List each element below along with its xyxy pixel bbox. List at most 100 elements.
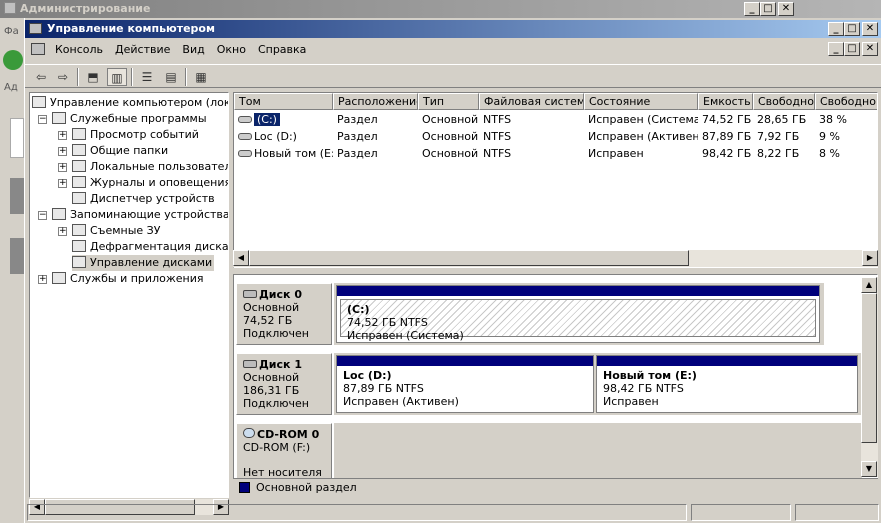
table-row[interactable]: Новый том (E:) [234, 145, 333, 162]
menu-console[interactable]: Консоль [49, 40, 109, 59]
table-cell: 38 % [819, 113, 847, 126]
table-cell: 28,65 ГБ [757, 113, 807, 126]
disk-1-label[interactable]: Диск 1 Основной 186,31 ГБ Подключен [236, 353, 332, 415]
tree-item-services-apps[interactable]: Службы и приложения [52, 271, 203, 287]
bg-maximize-button[interactable]: □ [760, 2, 776, 16]
back-icon[interactable]: ⇦ [31, 68, 51, 86]
partition-d-size: 87,89 ГБ NTFS [343, 382, 424, 395]
tree-item-performance-logs[interactable]: Журналы и оповещения пр [72, 175, 228, 191]
column-header-type[interactable]: Тип [418, 93, 479, 110]
menu-window[interactable]: Окно [211, 40, 252, 59]
tree-item-shared-folders[interactable]: Общие папки [72, 143, 168, 159]
bg-back-icon[interactable] [3, 50, 23, 70]
disk-graphical-view: Диск 0 Основной 74,52 ГБ Подключен (C:) … [233, 274, 878, 496]
expand-icon[interactable]: + [58, 227, 67, 236]
status-bar [25, 502, 881, 522]
console-icon[interactable] [31, 43, 45, 55]
tree-item-disk-management[interactable]: Управление дисками [72, 255, 215, 271]
disk-1-status: Подключен [243, 397, 309, 410]
table-cell: 98,42 ГБ [702, 147, 752, 160]
status-pane [691, 504, 791, 521]
partition-c-size: 74,52 ГБ NTFS [347, 316, 428, 329]
help-icon[interactable]: ▤ [161, 68, 181, 86]
tree-item-local-users[interactable]: Локальные пользователи [72, 159, 228, 175]
bg-document-icon [10, 118, 24, 158]
scroll-thumb[interactable] [861, 293, 877, 443]
mdi-restore-button[interactable]: □ [844, 42, 860, 56]
tree-item-event-viewer[interactable]: Просмотр событий [72, 127, 199, 143]
column-header-status[interactable]: Состояние [584, 93, 698, 110]
menu-view[interactable]: Вид [176, 40, 210, 59]
maximize-button[interactable]: □ [844, 22, 860, 36]
users-icon [72, 160, 86, 172]
expand-icon[interactable]: + [58, 147, 67, 156]
column-header-volume[interactable]: Том [234, 93, 333, 110]
scroll-thumb[interactable] [249, 250, 689, 266]
tree-item-device-manager[interactable]: Диспетчер устройств [72, 191, 215, 207]
tree-item-removable-storage[interactable]: Съемные ЗУ [72, 223, 160, 239]
column-header-capacity[interactable]: Емкость [698, 93, 753, 110]
forward-icon[interactable]: ⇨ [53, 68, 73, 86]
column-header-free-percent[interactable]: Свободно % [815, 93, 877, 110]
scroll-up-icon[interactable]: ▲ [861, 277, 877, 293]
collapse-icon[interactable]: − [38, 211, 47, 220]
menu-help[interactable]: Справка [252, 40, 312, 59]
table-row[interactable]: Loc (D:) [234, 128, 333, 145]
cdrom-0-name: CD-ROM 0 [257, 428, 320, 441]
scroll-right-icon[interactable]: ▶ [862, 250, 878, 266]
column-header-layout[interactable]: Расположение [333, 93, 418, 110]
admin-icon [4, 2, 16, 14]
tree-item-storage[interactable]: Запоминающие устройства [52, 207, 228, 223]
tools-icon [52, 112, 66, 124]
list-horizontal-scrollbar[interactable]: ◀ ▶ [233, 250, 878, 267]
menu-bar: Консоль Действие Вид Окно Справка _ □ ✕ [25, 40, 881, 60]
tree-item-system-tools[interactable]: Служебные программы [52, 111, 207, 127]
tree-item-defragmenter[interactable]: Дефрагментация диска [72, 239, 228, 255]
table-cell: 7,92 ГБ [757, 130, 800, 143]
status-pane [795, 504, 879, 521]
partition-d-state: Исправен (Активен) [343, 395, 459, 408]
scroll-down-icon[interactable]: ▼ [861, 461, 877, 477]
minimize-button[interactable]: _ [828, 22, 844, 36]
partition-d[interactable]: Loc (D:) 87,89 ГБ NTFS Исправен (Активен… [336, 355, 594, 413]
partition-e[interactable]: Новый том (E:) 98,42 ГБ NTFS Исправен [596, 355, 858, 413]
table-cell: Исправен (Система) [588, 113, 698, 126]
disk-0-partitions: (C:) 74,52 ГБ NTFS Исправен (Система) [334, 283, 824, 345]
expand-icon[interactable]: + [58, 179, 67, 188]
expand-icon[interactable]: + [58, 131, 67, 140]
storage-icon [52, 208, 66, 220]
bg-shortcut-icon[interactable] [10, 238, 24, 274]
primary-partition-swatch [239, 482, 250, 493]
scroll-left-icon[interactable]: ◀ [233, 250, 249, 266]
bg-shortcut-icon[interactable] [10, 178, 24, 214]
show-hide-tree-icon[interactable]: ▥ [107, 68, 127, 86]
disk-0-type: Основной [243, 301, 300, 314]
properties-icon[interactable]: ☰ [137, 68, 157, 86]
cdrom-0-type: CD-ROM (F:) [243, 441, 311, 454]
disk-0-label[interactable]: Диск 0 Основной 74,52 ГБ Подключен [236, 283, 332, 345]
menu-action[interactable]: Действие [109, 40, 176, 59]
mdi-close-button[interactable]: ✕ [862, 42, 878, 56]
mdi-minimize-button[interactable]: _ [828, 42, 844, 56]
disk-1-name: Диск 1 [259, 358, 302, 371]
computer-icon [32, 96, 46, 108]
table-cell: Основной [422, 113, 479, 126]
table-cell: NTFS [483, 130, 512, 143]
expand-icon[interactable]: + [38, 275, 47, 284]
table-row[interactable]: (C:) [234, 111, 333, 128]
partition-e-name: Новый том (E:) [603, 369, 697, 382]
tree-item-computer-management[interactable]: Управление компьютером (локальн [32, 95, 228, 111]
bg-close-button[interactable]: ✕ [778, 2, 794, 16]
partition-c[interactable]: (C:) 74,52 ГБ NTFS Исправен (Система) [336, 285, 820, 343]
export-icon[interactable]: ▦ [191, 68, 211, 86]
up-folder-icon[interactable]: ⬒ [83, 68, 103, 86]
expand-icon[interactable]: + [58, 163, 67, 172]
cdrom-0-label[interactable]: CD-ROM 0 CD-ROM (F:) Нет носителя [236, 423, 332, 483]
bg-minimize-button[interactable]: _ [744, 2, 760, 16]
column-header-filesystem[interactable]: Файловая система [479, 93, 584, 110]
graphical-vertical-scrollbar[interactable]: ▲ ▼ [861, 277, 878, 477]
table-cell: Основной [422, 147, 479, 160]
column-header-free[interactable]: Свободно [753, 93, 815, 110]
collapse-icon[interactable]: − [38, 115, 47, 124]
close-button[interactable]: ✕ [862, 22, 878, 36]
